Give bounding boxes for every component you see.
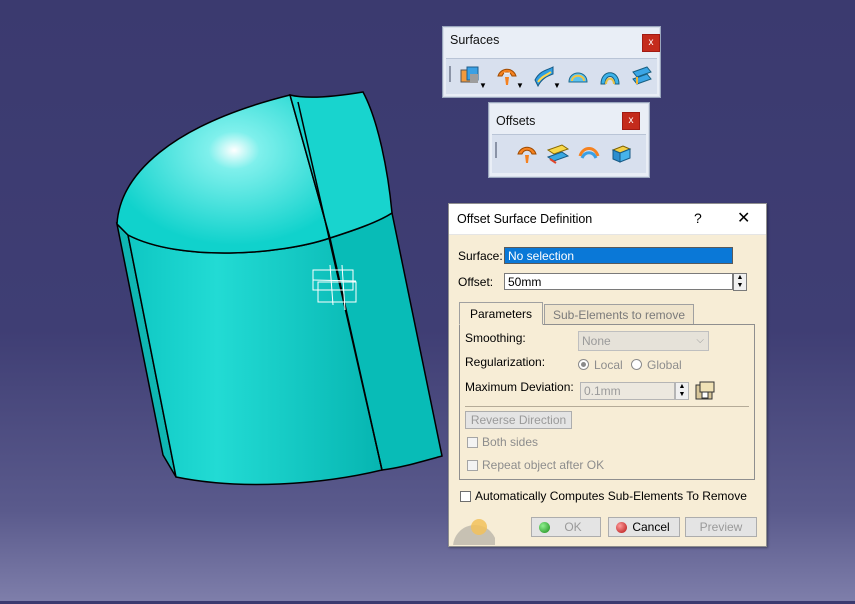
tab-sub-elements[interactable]: Sub-Elements to remove — [544, 304, 694, 324]
both-sides-label: Both sides — [482, 435, 539, 449]
dropdown-arrow-icon[interactable]: ▼ — [516, 81, 524, 90]
dropdown-arrow-icon[interactable]: ▼ — [479, 81, 487, 90]
auto-compute-checkbox[interactable] — [460, 491, 471, 502]
cancel-button[interactable]: Cancel — [608, 517, 680, 537]
dropdown-arrow-icon[interactable]: ▼ — [553, 81, 561, 90]
offsets-toolbar-body — [492, 134, 646, 173]
parameters-panel: Smoothing: None ⌵ Regularization: Local … — [459, 324, 755, 480]
help-button[interactable]: ? — [694, 210, 702, 226]
auto-compute-label: Automatically Computes Sub-Elements To R… — [475, 489, 747, 503]
close-icon[interactable]: ✕ — [737, 208, 750, 228]
regularization-global-radio[interactable] — [631, 359, 642, 370]
fill-surface-icon[interactable] — [566, 64, 590, 88]
toolbar-grip[interactable] — [449, 66, 451, 82]
surface-label: Surface: — [458, 249, 503, 263]
offset-surface-dialog: Offset Surface Definition ? ✕ Surface: N… — [448, 203, 767, 547]
dialog-title: Offset Surface Definition — [457, 212, 593, 226]
ok-label: OK — [564, 520, 582, 534]
repeat-object-checkbox[interactable] — [467, 460, 478, 471]
divider — [465, 406, 749, 407]
smoothing-select[interactable]: None ⌵ — [578, 331, 709, 351]
smoothing-value: None — [582, 334, 611, 348]
measure-tool-icon[interactable] — [694, 380, 716, 402]
offsets-toolbar-close-button[interactable]: x — [622, 112, 640, 130]
cancel-label: Cancel — [632, 520, 670, 534]
surfaces-toolbar-body: ▼ ▼ ▼ — [446, 58, 657, 94]
toolbar-grip[interactable] — [495, 142, 497, 158]
tab-parameters[interactable]: Parameters — [459, 302, 543, 325]
rough-offset-icon[interactable] — [577, 142, 601, 166]
offset-icon[interactable] — [515, 142, 539, 166]
offset-value-field[interactable]: 50mm — [504, 273, 733, 290]
ok-button[interactable]: OK — [531, 517, 601, 537]
surface-selection-field[interactable]: No selection — [504, 247, 733, 264]
cancel-red-light-icon — [616, 522, 627, 533]
regularization-local-label: Local — [594, 358, 623, 372]
thick-surface-icon[interactable] — [609, 142, 633, 166]
spin-up-icon[interactable]: ▲ — [676, 383, 688, 391]
max-deviation-spinner[interactable]: ▲ ▼ — [675, 382, 689, 400]
offsets-toolbar-title: Offsets — [496, 114, 536, 128]
spin-down-icon[interactable]: ▼ — [676, 391, 688, 399]
surfaces-toolbar-title: Surfaces — [450, 33, 500, 47]
both-sides-checkbox[interactable] — [467, 437, 478, 448]
variable-offset-icon[interactable] — [546, 142, 570, 166]
regularization-label: Regularization: — [465, 355, 546, 369]
spin-down-icon[interactable]: ▼ — [734, 282, 746, 290]
offset-label: Offset: — [458, 275, 494, 289]
offsets-toolbar: Offsets x — [488, 102, 650, 178]
catia-logo-decoration — [453, 519, 495, 545]
multi-section-surface-icon[interactable] — [598, 64, 622, 88]
smoothing-label: Smoothing: — [465, 331, 526, 345]
regularization-global-label: Global — [647, 358, 682, 372]
regularization-local-radio[interactable] — [578, 359, 589, 370]
chevron-down-icon: ⌵ — [696, 335, 704, 346]
spin-up-icon[interactable]: ▲ — [734, 274, 746, 282]
ok-green-light-icon — [539, 522, 550, 533]
preview-button[interactable]: Preview — [685, 517, 757, 537]
max-deviation-label: Maximum Deviation: — [465, 380, 574, 394]
max-deviation-field[interactable]: 0.1mm — [580, 382, 675, 400]
dialog-titlebar[interactable]: Offset Surface Definition ? ✕ — [449, 204, 766, 235]
blend-surface-icon[interactable] — [630, 64, 654, 88]
surfaces-toolbar: Surfaces x ▼ ▼ ▼ — [442, 26, 661, 98]
reverse-direction-button[interactable]: Reverse Direction — [465, 411, 572, 429]
offset-spinner[interactable]: ▲ ▼ — [733, 273, 747, 291]
repeat-object-label: Repeat object after OK — [482, 458, 605, 472]
surfaces-toolbar-close-button[interactable]: x — [642, 34, 660, 52]
